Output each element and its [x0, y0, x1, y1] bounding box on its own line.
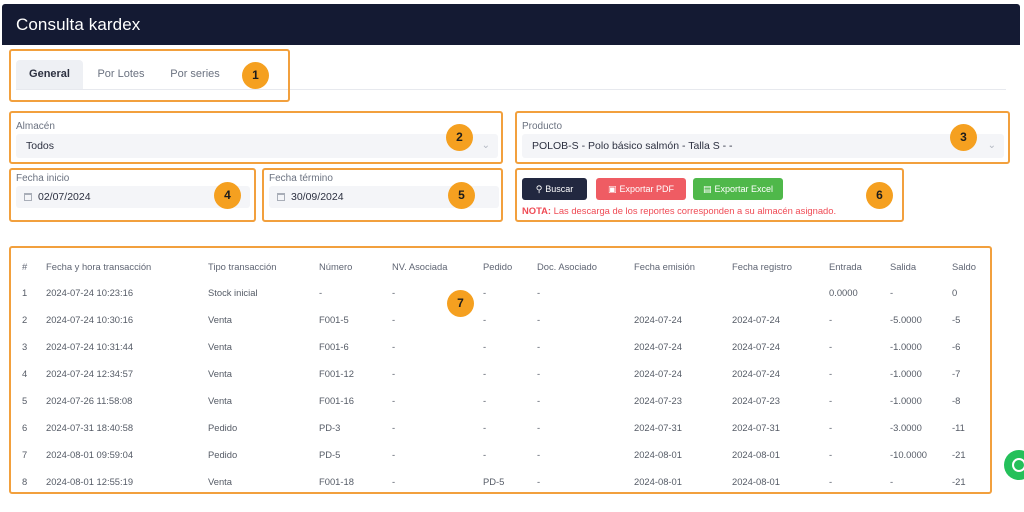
- highlight-box-7: [9, 246, 992, 494]
- annotation-badge-5: 5: [448, 182, 475, 209]
- annotation-badge-3: 3: [950, 124, 977, 151]
- annotation-badge-4: 4: [214, 182, 241, 209]
- highlight-box-2: [9, 111, 503, 164]
- annotation-badge-6: 6: [866, 182, 893, 209]
- annotation-badge-7: 7: [447, 290, 474, 317]
- app-header: Consulta kardex: [2, 4, 1020, 45]
- highlight-box-6: [515, 168, 904, 222]
- page-title: Consulta kardex: [16, 15, 141, 34]
- annotation-badge-1: 1: [242, 62, 269, 89]
- annotation-badge-2: 2: [446, 124, 473, 151]
- highlight-box-3: [515, 111, 1010, 164]
